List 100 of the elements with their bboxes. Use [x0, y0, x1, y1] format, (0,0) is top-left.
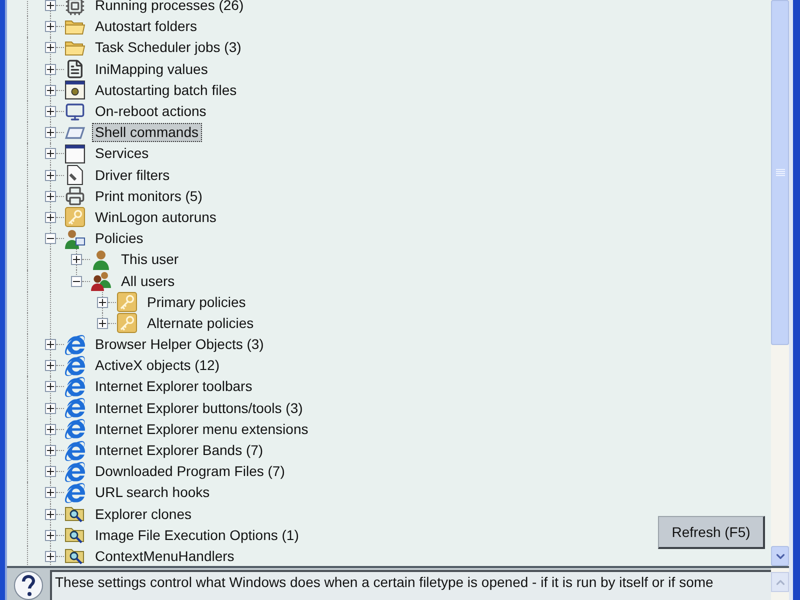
folder-search-icon: [65, 504, 85, 524]
plus-icon: [47, 468, 54, 476]
chip-icon: [65, 0, 85, 16]
expand-toggle[interactable]: [71, 254, 82, 266]
expand-toggle[interactable]: [45, 381, 56, 392]
plus-icon: [47, 150, 54, 158]
browser-e-icon: [65, 419, 85, 440]
tree-item[interactable]: Internet Explorer toolbars: [92, 377, 256, 396]
plus-icon: [47, 404, 54, 412]
plus-icon: [47, 447, 54, 454]
tree-item[interactable]: Browser Helper Objects (3): [92, 335, 267, 354]
plus-icon: [99, 320, 106, 327]
tree-item[interactable]: ContextMenuHandlers: [92, 546, 238, 566]
tree-item[interactable]: Task Scheduler jobs (3): [92, 38, 244, 58]
plus-icon: [47, 362, 54, 370]
plus-icon: [47, 426, 54, 433]
tree-item[interactable]: Alternate policies: [144, 314, 257, 333]
expand-toggle[interactable]: [45, 339, 56, 350]
tree-item[interactable]: Autostarting batch files: [92, 80, 240, 100]
scrollbar-thumb[interactable]: [771, 0, 789, 345]
expand-toggle[interactable]: [45, 445, 56, 456]
expand-toggle[interactable]: [45, 64, 56, 75]
scrollbar-track[interactable]: [771, 0, 789, 566]
plus-icon: [73, 256, 80, 264]
expand-toggle[interactable]: [45, 127, 56, 138]
people-icon: [91, 271, 111, 292]
tree-item[interactable]: Driver filters: [92, 166, 173, 185]
plus-icon: [47, 2, 54, 10]
plus-icon: [47, 552, 54, 560]
key-icon: [117, 313, 137, 334]
expand-toggle[interactable]: [45, 170, 56, 181]
plus-icon: [47, 108, 54, 116]
browser-e-icon: [65, 376, 85, 397]
folder-search-icon: [65, 525, 85, 546]
tree-item[interactable]: This user: [118, 250, 182, 270]
expand-toggle[interactable]: [45, 190, 56, 202]
tree-item[interactable]: Internet Explorer menu extensions: [92, 420, 312, 439]
tree-item[interactable]: Image File Execution Options (1): [92, 526, 302, 545]
tree-item[interactable]: Explorer clones: [92, 504, 194, 524]
printer-icon: [65, 186, 85, 206]
expand-toggle[interactable]: [45, 84, 56, 96]
plus-icon: [47, 192, 54, 200]
plus-icon: [47, 66, 54, 73]
plus-icon: [47, 172, 54, 179]
tree-item[interactable]: On-reboot actions: [92, 102, 210, 122]
person-card-icon: [65, 228, 85, 249]
plus-icon: [47, 532, 54, 539]
folder-search-icon: [65, 546, 85, 566]
help-text: These settings control what Windows does when a certain filetype is opened - if it is run by itself or if some: [55, 573, 714, 591]
browser-e-icon: [65, 482, 85, 503]
expand-toggle[interactable]: [45, 106, 56, 118]
tree-item[interactable]: Print monitors (5): [92, 186, 206, 206]
tree-item[interactable]: Autostart folders: [92, 17, 200, 36]
tree-item[interactable]: IniMapping values: [92, 60, 211, 79]
tree-item[interactable]: Internet Explorer Bands (7): [92, 441, 266, 460]
tree-item[interactable]: ActiveX objects (12): [92, 356, 222, 376]
expand-toggle[interactable]: [97, 318, 108, 329]
expand-toggle[interactable]: [45, 466, 56, 478]
expand-toggle[interactable]: [45, 530, 56, 541]
expand-toggle[interactable]: [45, 550, 56, 562]
expand-toggle[interactable]: [45, 508, 56, 520]
expand-toggle[interactable]: [45, 212, 56, 223]
tree-item[interactable]: Running processes (26): [92, 0, 247, 16]
window-icon: [65, 144, 85, 164]
tree-item[interactable]: Services: [92, 144, 152, 164]
tree-item[interactable]: WinLogon autoruns: [92, 208, 220, 227]
plus-icon: [47, 23, 54, 30]
expand-toggle[interactable]: [45, 0, 56, 12]
plus-icon: [47, 44, 54, 52]
plus-icon: [99, 298, 106, 306]
expand-toggle[interactable]: [45, 424, 56, 435]
help-icon: [14, 571, 43, 600]
tree-item[interactable]: Shell commands: [92, 123, 202, 142]
key-icon: [65, 207, 85, 228]
tree-item[interactable]: Downloaded Program Files (7): [92, 462, 288, 482]
expand-toggle[interactable]: [45, 402, 56, 414]
expand-toggle[interactable]: [45, 360, 56, 372]
gear-window-icon: [65, 80, 85, 100]
expand-toggle[interactable]: [45, 487, 56, 498]
monitor-icon: [65, 102, 85, 122]
tree-item[interactable]: Internet Explorer buttons/tools (3): [92, 398, 306, 418]
expand-toggle[interactable]: [45, 148, 56, 160]
browser-e-icon: [65, 440, 85, 461]
key-icon: [117, 292, 137, 312]
plus-icon: [47, 383, 54, 390]
collapse-toggle[interactable]: [45, 233, 56, 244]
expand-toggle[interactable]: [45, 21, 56, 32]
tree-item[interactable]: All users: [118, 272, 178, 291]
collapse-toggle[interactable]: [71, 276, 82, 287]
scroll-down-button[interactable]: [771, 546, 789, 566]
plus-icon: [47, 214, 54, 221]
refresh-button[interactable]: Refresh (F5): [658, 516, 765, 549]
expand-toggle[interactable]: [45, 42, 56, 54]
browser-e-icon: [65, 462, 85, 482]
browser-e-icon: [65, 334, 85, 355]
tree-item[interactable]: Primary policies: [144, 292, 249, 312]
tree-item[interactable]: URL search hooks: [92, 483, 213, 502]
tree-item[interactable]: Policies: [92, 229, 146, 248]
expand-toggle[interactable]: [97, 296, 108, 308]
browser-e-icon: [65, 356, 85, 376]
